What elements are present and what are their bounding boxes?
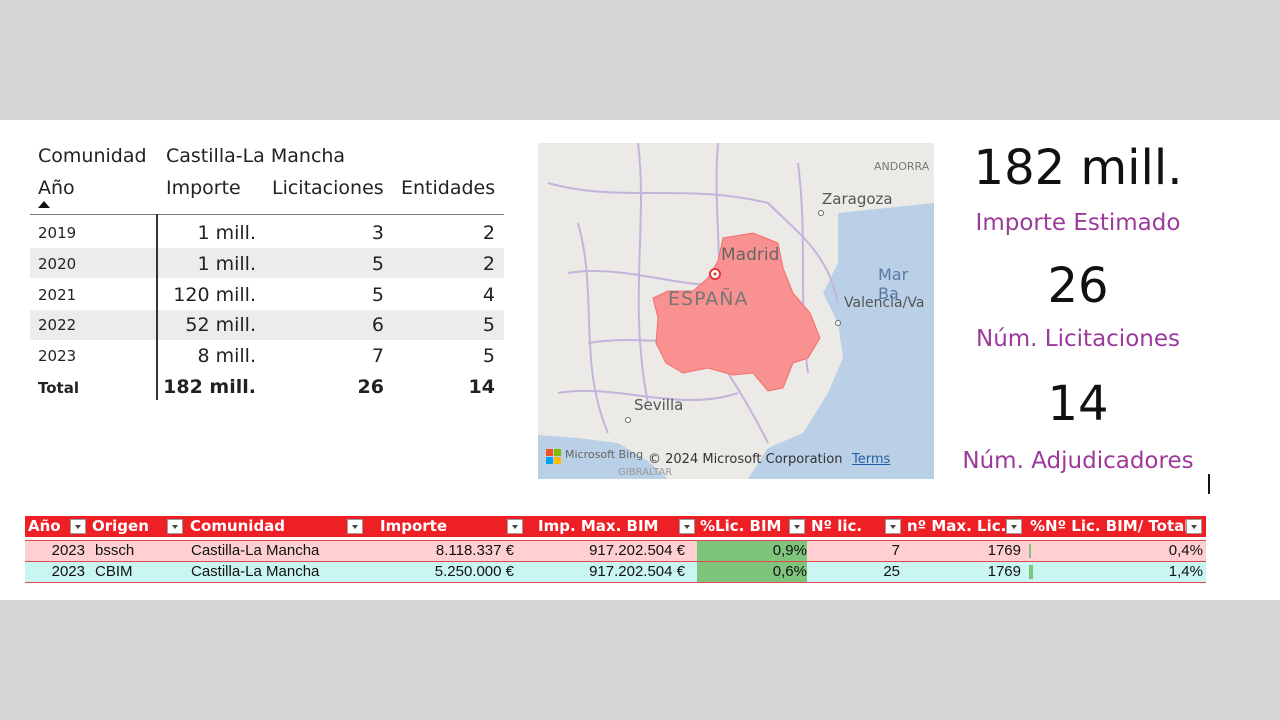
row-anio: 2021 — [38, 286, 77, 304]
row-licitaciones: 5 — [371, 284, 384, 306]
cell-importe: 8.118.337 € — [435, 542, 514, 559]
map-bing-label: Microsoft Bing — [565, 448, 644, 461]
cell-pct-total: 1,4% — [1168, 563, 1203, 580]
row-importe: 52 mill. — [185, 314, 256, 336]
pct-total-bar — [1029, 565, 1033, 579]
comunidad-value[interactable]: Castilla-La Mancha — [166, 145, 345, 167]
cell-pct-bim: 0,6% — [772, 563, 807, 580]
excel-header-max-lic[interactable]: nº Max. Lic. — [904, 516, 1017, 537]
cell-pct-bim: 0,9% — [772, 542, 807, 559]
kpi-licitaciones-value: 26 — [1047, 258, 1109, 314]
cell-max-lic: 1769 — [987, 542, 1021, 559]
col-header-importe[interactable]: Importe — [166, 177, 241, 199]
map-label-madrid: Madrid — [721, 245, 780, 265]
filter-dropdown-icon[interactable] — [70, 519, 86, 534]
sort-descending-icon[interactable] — [789, 519, 805, 534]
cell-max-lic: 1769 — [987, 563, 1021, 580]
pct-total-bar — [1029, 544, 1031, 558]
row-licitaciones: 3 — [371, 222, 384, 244]
kpi-adjudicadores-label: Núm. Adjudicadores — [962, 448, 1194, 474]
row-entidades: 4 — [482, 284, 495, 306]
cell-origen: bssch — [95, 542, 135, 559]
filter-dropdown-icon[interactable] — [507, 519, 523, 534]
excel-row[interactable]: 2023 bssch Castilla-La Mancha 8.118.337 … — [25, 540, 1206, 561]
kpi-adjudicadores-value: 14 — [1047, 376, 1109, 432]
total-label: Total — [38, 379, 79, 397]
cell-comunidad: Castilla-La Mancha — [191, 542, 320, 559]
row-importe: 1 mill. — [197, 222, 256, 244]
header-divider — [30, 214, 504, 215]
filter-dropdown-icon[interactable] — [885, 519, 901, 534]
map-copyright: © 2024 Microsoft Corporation — [648, 452, 843, 467]
text-cursor — [1208, 474, 1210, 494]
excel-header-pct-bim[interactable]: %Lic. BIM — [697, 516, 800, 537]
filter-dropdown-icon[interactable] — [1186, 519, 1202, 534]
map-label-gibraltar: GIBRALTAR — [618, 467, 673, 478]
cell-anio: 2023 — [51, 563, 85, 580]
total-licitaciones: 26 — [357, 376, 384, 398]
sort-ascending-icon[interactable] — [38, 201, 50, 208]
pivot-column-divider — [156, 214, 158, 400]
map-label-andorra: ANDORRA — [874, 160, 930, 173]
excel-row[interactable]: 2023 CBIM Castilla-La Mancha 5.250.000 €… — [25, 561, 1206, 583]
filter-dropdown-icon[interactable] — [679, 519, 695, 534]
filter-dropdown-icon[interactable] — [167, 519, 183, 534]
map-terms-link[interactable]: Terms — [852, 452, 890, 467]
cell-n-lic: 25 — [883, 563, 900, 580]
map-visual[interactable]: ANDORRA Zaragoza Madrid Mar Ba ESPAÑA Va… — [538, 143, 934, 479]
col-header-licitaciones[interactable]: Licitaciones — [272, 177, 384, 199]
filter-dropdown-icon[interactable] — [1006, 519, 1022, 534]
total-entidades: 14 — [468, 376, 495, 398]
excel-header-importe[interactable]: Importe — [377, 516, 520, 537]
col-header-anio[interactable]: Año — [38, 177, 75, 199]
row-anio: 2020 — [38, 255, 77, 273]
map-label-valencia: Valencia/Va — [844, 295, 925, 311]
cell-pct-total: 0,4% — [1168, 542, 1203, 559]
row-anio: 2023 — [38, 347, 77, 365]
row-anio: 2019 — [38, 224, 77, 242]
row-entidades: 2 — [482, 222, 495, 244]
cell-importe: 5.250.000 € — [434, 563, 514, 580]
row-anio: 2022 — [38, 316, 77, 334]
excel-header-pct-total[interactable]: %Nº Lic. BIM/ Total — [1027, 516, 1190, 537]
map-label-sevilla: Sevilla — [634, 396, 684, 414]
cell-n-lic: 7 — [891, 542, 900, 559]
cell-origen: CBIM — [95, 563, 133, 580]
map-label-espana: ESPAÑA — [668, 288, 749, 310]
cell-comunidad: Castilla-La Mancha — [191, 563, 320, 580]
kpi-importe-label: Importe Estimado — [975, 210, 1181, 236]
row-entidades: 2 — [482, 253, 495, 275]
row-licitaciones: 7 — [371, 345, 384, 367]
row-licitaciones: 5 — [371, 253, 384, 275]
excel-header-max-bim[interactable]: Imp. Max. BIM — [535, 516, 688, 537]
row-importe: 8 mill. — [197, 345, 256, 367]
filter-applied-icon[interactable] — [347, 519, 363, 534]
col-header-entidades[interactable]: Entidades — [401, 177, 495, 199]
cell-max-bim: 917.202.504 € — [589, 563, 685, 580]
row-licitaciones: 6 — [371, 314, 384, 336]
row-importe: 1 mill. — [197, 253, 256, 275]
row-entidades: 5 — [482, 314, 495, 336]
cell-anio: 2023 — [51, 542, 85, 559]
map-label-zaragoza: Zaragoza — [822, 190, 893, 208]
kpi-importe-value: 182 mill. — [973, 140, 1183, 196]
row-entidades: 5 — [482, 345, 495, 367]
cell-max-bim: 917.202.504 € — [589, 542, 685, 559]
kpi-licitaciones-label: Núm. Licitaciones — [976, 326, 1180, 352]
excel-header-comunidad[interactable]: Comunidad — [187, 516, 360, 537]
comunidad-label: Comunidad — [38, 145, 147, 167]
row-importe: 120 mill. — [173, 284, 256, 306]
